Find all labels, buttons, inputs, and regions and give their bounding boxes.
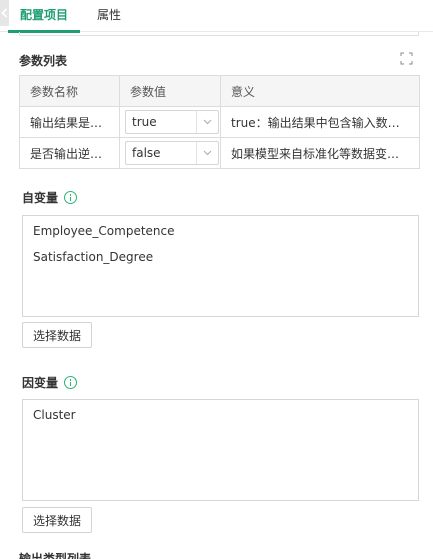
param-value-select[interactable]: true bbox=[125, 110, 219, 134]
column-header-meaning: 意义 bbox=[220, 75, 420, 107]
param-name-cell: 是否输出逆变换 bbox=[19, 137, 120, 169]
column-header-param-value: 参数值 bbox=[119, 75, 221, 107]
dropdown-toggle[interactable] bbox=[196, 142, 218, 164]
list-item[interactable]: Satisfaction_Degree bbox=[33, 250, 153, 264]
dependent-variable-title: 因变量 bbox=[22, 376, 59, 390]
param-table: 参数名称 参数值 意义 输出结果是否... true true：输出结果中包含输… bbox=[19, 75, 420, 169]
param-meaning-cell: true：输出结果中包含输入数据及... bbox=[220, 106, 420, 138]
tab-bar: 配置项目 属性 bbox=[0, 0, 433, 33]
table-row: 输出结果是否... true true：输出结果中包含输入数据及... bbox=[19, 106, 420, 138]
chevron-down-icon bbox=[203, 150, 212, 156]
column-header-param-name: 参数名称 bbox=[19, 75, 120, 107]
independent-variable-list[interactable]: Employee_Competence Satisfaction_Degree bbox=[22, 215, 419, 317]
info-icon[interactable] bbox=[64, 376, 78, 389]
independent-variable-title: 自变量 bbox=[22, 191, 59, 205]
output-type-list-title: 输出类型列表 bbox=[19, 552, 92, 559]
param-table-header: 参数名称 参数值 意义 bbox=[19, 75, 420, 107]
chevron-left-icon bbox=[1, 8, 8, 18]
param-name-cell: 输出结果是否... bbox=[19, 106, 120, 138]
dependent-variable-list[interactable]: Cluster bbox=[22, 399, 419, 501]
param-value-cell: false bbox=[119, 137, 221, 169]
expand-icon[interactable] bbox=[400, 52, 413, 65]
dependent-variable-heading: 因变量 bbox=[22, 374, 78, 391]
chevron-down-icon bbox=[203, 119, 212, 125]
param-value-cell: true bbox=[119, 106, 221, 138]
table-row: 是否输出逆变换 false 如果模型来自标准化等数据变换操... bbox=[19, 137, 420, 169]
select-data-button-independent[interactable]: 选择数据 bbox=[22, 322, 92, 348]
param-value-select[interactable]: false bbox=[125, 141, 219, 165]
tab-properties[interactable]: 属性 bbox=[97, 0, 121, 32]
dropdown-toggle[interactable] bbox=[196, 111, 218, 133]
info-icon[interactable] bbox=[64, 191, 78, 204]
tab-config-items[interactable]: 配置项目 bbox=[7, 0, 81, 33]
list-item[interactable]: Cluster bbox=[33, 408, 76, 422]
param-list-title: 参数列表 bbox=[19, 54, 68, 68]
select-value: true bbox=[132, 115, 157, 129]
param-meaning-cell: 如果模型来自标准化等数据变换操... bbox=[220, 137, 420, 169]
scroll-top-edge bbox=[19, 32, 419, 36]
select-data-button-dependent[interactable]: 选择数据 bbox=[22, 507, 92, 533]
back-button[interactable] bbox=[0, 0, 9, 26]
independent-variable-heading: 自变量 bbox=[22, 189, 78, 206]
list-item[interactable]: Employee_Competence bbox=[33, 224, 175, 238]
select-value: false bbox=[132, 146, 161, 160]
